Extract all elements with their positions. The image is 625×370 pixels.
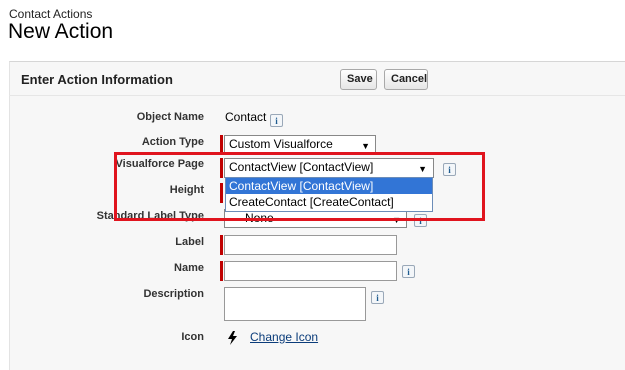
icon-label: Icon — [181, 331, 204, 343]
action-type-label: Action Type — [141, 136, 204, 148]
lightning-bolt-icon — [228, 331, 237, 345]
action-type-value: Custom Visualforce — [229, 137, 333, 151]
required-indicator — [220, 235, 223, 255]
name-info-icon[interactable]: i — [402, 265, 415, 278]
label-input[interactable] — [224, 235, 397, 255]
object-name-label: Object Name — [136, 111, 204, 123]
object-name-value: Contact — [225, 110, 267, 124]
page-title: New Action — [8, 20, 114, 43]
description-textarea[interactable] — [224, 287, 366, 321]
breadcrumb: Contact Actions — [9, 7, 93, 21]
name-input[interactable] — [224, 261, 397, 281]
save-button[interactable]: Save — [340, 69, 377, 90]
chevron-down-icon: ▼ — [361, 141, 370, 151]
cancel-button[interactable]: Cancel — [384, 69, 428, 90]
name-field-label: Name — [174, 262, 204, 274]
change-icon-link[interactable]: Change Icon — [250, 330, 318, 344]
highlight-box — [114, 152, 485, 221]
label-field-label: Label — [175, 236, 204, 248]
object-name-info-icon[interactable]: i — [270, 114, 283, 127]
description-label: Description — [143, 288, 204, 300]
description-info-icon[interactable]: i — [371, 291, 384, 304]
panel-title: Enter Action Information — [21, 72, 173, 87]
required-indicator — [220, 261, 223, 281]
